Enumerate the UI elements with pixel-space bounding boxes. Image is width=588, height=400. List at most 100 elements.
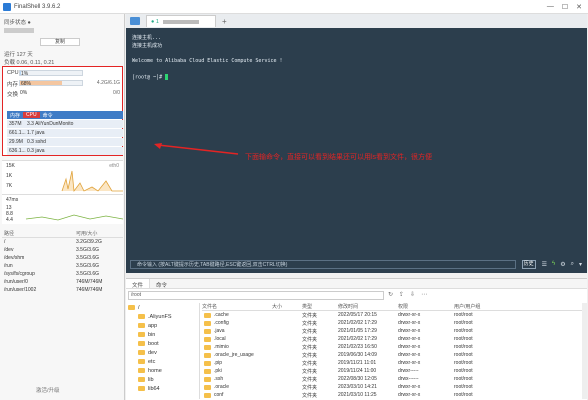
tree-item[interactable]: /	[128, 303, 199, 312]
table-row[interactable]: .pip 文件夹 2019/11/21 11:01 drwxr-xr-x root/ro…	[202, 359, 585, 367]
window-controls: — ☐ ✕	[547, 3, 588, 11]
window-title: FinalShell 3.9.6.2	[14, 3, 61, 10]
table-row[interactable]: conf 文件夹 2021/03/10 11:25 drwxr-xr-x root/ro…	[202, 391, 585, 399]
activate-upgrade-link[interactable]: 激活/升级	[36, 386, 60, 394]
file-owner: root/root	[454, 352, 473, 358]
path-input[interactable]: /root	[128, 291, 384, 300]
col-mtime[interactable]: 修改时间	[338, 303, 398, 310]
command-bar: 命令输入 (按ALT键提示历史,TAB键路径,ESC键返回,双击CTRL切换) …	[130, 259, 582, 269]
folder-icon	[204, 328, 211, 334]
table-row[interactable]: .cache 文件夹 2022/05/17 20:15 drwxr-xr-x root/…	[202, 311, 585, 319]
history-button[interactable]: 历史	[521, 259, 536, 269]
tree-item[interactable]: app	[128, 321, 199, 330]
col-size[interactable]: 大小	[272, 303, 302, 310]
list-item[interactable]: 636.1... 0.3 java	[7, 147, 123, 155]
file-perm: drwxr-----	[398, 368, 419, 374]
tree-item[interactable]: dev	[128, 348, 199, 357]
col-type[interactable]: 类型	[302, 303, 338, 310]
title-bar: FinalShell 3.9.6.2 — ☐ ✕	[0, 0, 588, 14]
table-row[interactable]: .config 文件夹 2021/02/02 17:29 drwxr-xr-x root…	[202, 319, 585, 327]
terminal-tab[interactable]: ● 1	[146, 15, 216, 27]
settings-icon[interactable]: ⚙	[560, 261, 565, 268]
tree-item[interactable]: lib	[128, 375, 199, 384]
list-item[interactable]: 357M 3.3 AliYunDunMonito	[7, 120, 123, 128]
file-name: .config	[202, 320, 272, 326]
app-logo-icon	[3, 2, 11, 11]
file-owner: root/root	[454, 312, 473, 318]
file-mtime: 2022/08/30 12:05	[338, 376, 377, 382]
swap-detail: 0/0	[113, 90, 120, 96]
table-row[interactable]: /run/user/1002 746M/746M	[2, 286, 123, 294]
tab-files[interactable]: 文件	[126, 279, 151, 289]
file-type: 文件夹	[302, 344, 318, 351]
tab-host-redacted	[162, 19, 199, 24]
file-name: .java	[202, 328, 272, 334]
tree-item[interactable]: bin	[128, 330, 199, 339]
file-name: .pip	[202, 360, 272, 366]
add-tab-icon[interactable]: +	[222, 17, 227, 26]
minimize-button[interactable]: —	[547, 3, 554, 11]
file-list-scrollbar[interactable]	[582, 303, 587, 399]
file-mtime: 2021/02/02 17:29	[338, 336, 377, 342]
copy-button[interactable]: 复制	[40, 38, 80, 46]
folder-icon	[204, 392, 211, 398]
expand-icon[interactable]: ▾	[579, 261, 582, 268]
load-label: 负载 0.06, 0.11, 0.21	[4, 60, 55, 66]
tab-command[interactable]: 命令	[40, 112, 53, 119]
memory-meter: 内存 68% 4.2G/6.1G	[5, 79, 122, 88]
table-row[interactable]: /run/user/0 746M/746M	[2, 278, 123, 286]
folder-icon[interactable]	[130, 17, 140, 25]
download-icon[interactable]: ⇩	[410, 291, 415, 298]
history-icon[interactable]: ☰	[542, 261, 547, 268]
search-icon[interactable]: ⌕	[571, 261, 574, 268]
file-perm: drwx------	[398, 376, 419, 382]
table-row[interactable]: .mimio 文件夹 2021/02/23 16:50 drwxr-xr-x root/…	[202, 343, 585, 351]
table-row[interactable]: .java 文件夹 2021/01/05 17:29 drwxr-xr-x root/r…	[202, 327, 585, 335]
col-owner[interactable]: 用户/用户组	[454, 303, 514, 310]
tab-memory[interactable]: 内存	[7, 112, 20, 119]
file-mtime: 2021/03/10 11:25	[338, 392, 377, 398]
file-owner: root/root	[454, 344, 473, 350]
refresh-icon[interactable]: ↻	[388, 291, 393, 298]
status-dot-icon: ●	[151, 18, 155, 25]
list-item[interactable]: 29.9M 0.3 sshd	[7, 138, 123, 146]
flash-icon[interactable]: ϟ	[552, 261, 555, 268]
col-name[interactable]: 文件名	[202, 303, 272, 310]
file-name: .mimio	[202, 344, 272, 350]
file-perm: drwxr-xr-x	[398, 352, 421, 358]
upload-icon[interactable]: ⇪	[399, 291, 404, 298]
file-name: .pki	[202, 368, 272, 374]
tree-item[interactable]: boot	[128, 339, 199, 348]
table-row[interactable]: .ssh 文件夹 2022/08/30 12:05 drwx------ root/ro…	[202, 375, 585, 383]
close-button[interactable]: ✕	[576, 3, 582, 11]
tree-item[interactable]: etc	[128, 357, 199, 366]
folder-icon	[138, 314, 145, 319]
list-item[interactable]: 661.1... 1.7 java	[7, 129, 123, 137]
io-graph: 47ms 13 8.8 4.4	[2, 194, 123, 224]
file-type: 文件夹	[302, 368, 318, 375]
table-row[interactable]: .local 文件夹 2021/02/02 17:29 drwxr-xr-x root/…	[202, 335, 585, 343]
tree-item[interactable]: lib64	[128, 384, 199, 393]
table-row[interactable]: .oracle_jre_usage 文件夹 2019/06/30 14:09 drwx…	[202, 351, 585, 359]
table-row[interactable]: /3.2G/39.2G	[2, 238, 123, 246]
folder-icon	[204, 336, 211, 342]
table-row[interactable]: /sys/fs/cgroup 3.5G/3.6G	[2, 270, 123, 278]
folder-icon	[138, 341, 145, 346]
command-input[interactable]: 命令输入 (按ALT键提示历史,TAB键路径,ESC键返回,双击CTRL切换)	[130, 259, 516, 269]
tab-cpu[interactable]: CPU	[23, 112, 40, 118]
resource-monitor-highlight: CPU 1% 内存 68% 4.2G/6.1G 交换 0% 0/0 内存 CPU…	[2, 66, 123, 156]
table-row[interactable]: /dev 3.5G/3.6G	[2, 246, 123, 254]
table-row[interactable]: /dev/shm 3.5G/3.6G	[2, 254, 123, 262]
file-name: .local	[202, 336, 272, 342]
tab-commands[interactable]: 命令	[150, 279, 173, 289]
folder-icon	[204, 368, 211, 374]
tree-item[interactable]: .AliyunFS	[128, 312, 199, 321]
col-perm[interactable]: 权限	[398, 303, 454, 310]
table-row[interactable]: .oracle 文件夹 2023/03/10 14:21 drwxr-xr-x root…	[202, 383, 585, 391]
maximize-button[interactable]: ☐	[562, 3, 568, 11]
tree-item[interactable]: home	[128, 366, 199, 375]
table-row[interactable]: .pki 文件夹 2019/11/24 11:00 drwxr----- root/ro…	[202, 367, 585, 375]
table-row[interactable]: /run 3.5G/3.6G	[2, 262, 123, 270]
more-icon[interactable]: ⋯	[421, 291, 427, 298]
host-name-redacted	[4, 28, 34, 33]
